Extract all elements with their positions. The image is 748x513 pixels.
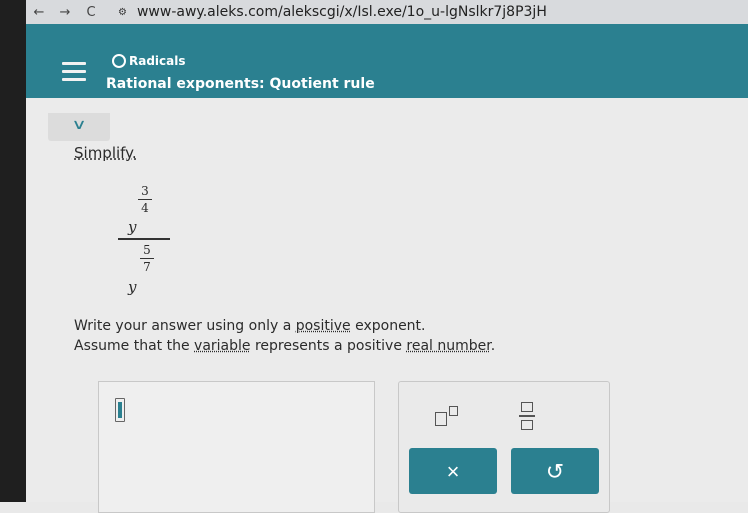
undo-button[interactable]: ↺ (511, 448, 599, 494)
variable-link[interactable]: variable (194, 338, 250, 354)
note-positive-exponent: Write your answer using only a positive … (74, 318, 426, 334)
topic-label: Radicals (129, 54, 186, 68)
answer-input[interactable] (98, 381, 375, 513)
header: Radicals Rational exponents: Quotient ru… (26, 24, 748, 98)
menu-icon[interactable] (62, 62, 86, 82)
numerator-exp-den: 4 (141, 201, 149, 215)
denominator-exp-den: 7 (143, 260, 151, 274)
numerator-base: y (128, 218, 137, 236)
denominator-exponent: 5 7 (140, 243, 154, 274)
real-number-link[interactable]: real number (406, 338, 490, 354)
numerator-exponent: 3 4 (138, 184, 152, 215)
problem-area: ∨ Simplify. 3 4 y 5 7 y Write your answe… (26, 98, 748, 513)
collapse-button[interactable]: ∨ (48, 113, 110, 141)
clear-button[interactable]: × (409, 448, 497, 494)
denominator-exp-num: 5 (143, 243, 151, 257)
text-cursor-icon (115, 398, 125, 422)
note-variable: Assume that the variable represents a po… (74, 338, 496, 354)
denominator-base: y (128, 278, 137, 296)
left-edge (0, 0, 26, 502)
site-info-icon[interactable]: ⚙ (118, 7, 127, 18)
math-expression: 3 4 y 5 7 y (116, 180, 176, 300)
page-title: Rational exponents: Quotient rule (106, 76, 375, 92)
address-bar[interactable]: www-awy.aleks.com/alekscgi/x/Isl.exe/1o_… (137, 4, 547, 20)
topic-circle-icon (112, 54, 126, 68)
chevron-down-icon: ∨ (71, 117, 87, 133)
back-icon[interactable]: ← (26, 5, 52, 20)
fraction-bar (118, 238, 170, 240)
browser-bar: ← → C ⚙ www-awy.aleks.com/alekscgi/x/Isl… (26, 0, 748, 24)
exponent-key-icon[interactable] (435, 404, 461, 430)
fraction-key-icon[interactable] (519, 402, 535, 432)
forward-icon[interactable]: → (52, 5, 78, 20)
positive-link[interactable]: positive (296, 318, 351, 334)
reload-icon[interactable]: C (78, 5, 104, 20)
instruction[interactable]: Simplify. (74, 144, 137, 162)
math-keypad: × ↺ (398, 381, 610, 513)
numerator-exp-num: 3 (141, 184, 149, 198)
